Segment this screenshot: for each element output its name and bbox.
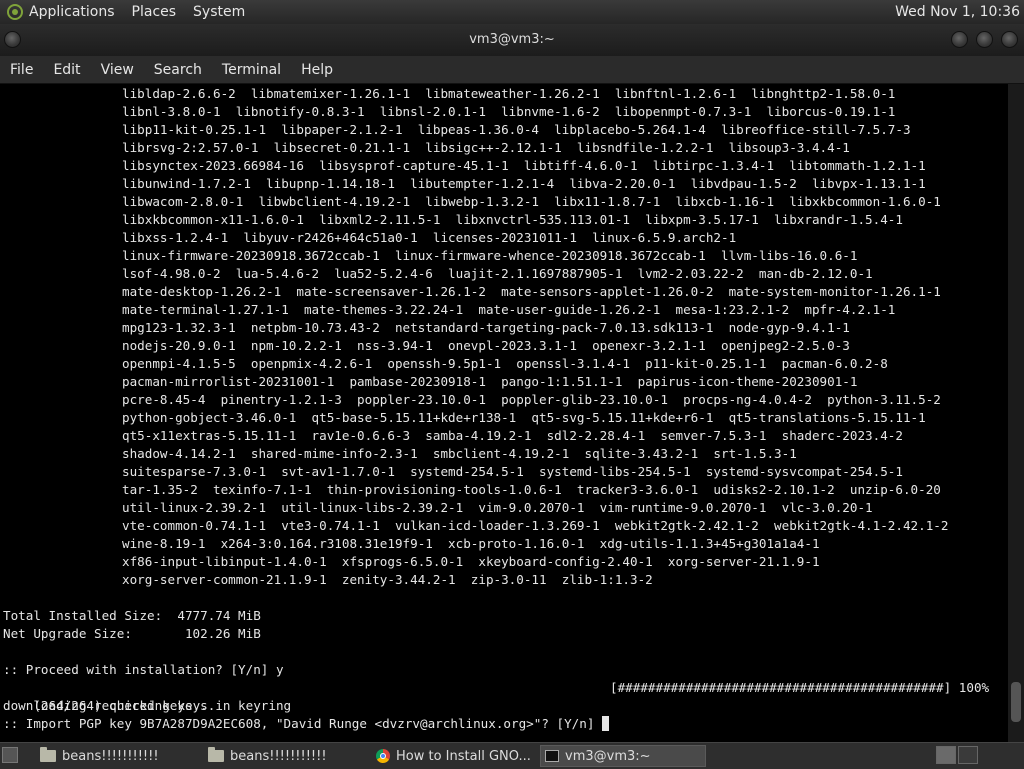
minimize-button[interactable] bbox=[951, 31, 968, 48]
taskbar-item-terminal[interactable]: vm3@vm3:~ bbox=[540, 745, 706, 767]
import-key-prompt[interactable]: :: Import PGP key 9B7A287D9A2EC608, "Dav… bbox=[0, 715, 1008, 733]
taskbar-item-label: beans!!!!!!!!!!! bbox=[230, 748, 327, 764]
package-line: shadow-4.14.2-1 shared-mime-info-2.3-1 s… bbox=[122, 446, 797, 461]
applications-menu[interactable]: Applications bbox=[29, 4, 115, 20]
terminal-menubar: File Edit View Search Terminal Help bbox=[0, 56, 1024, 84]
package-line: python-gobject-3.46.0-1 qt5-base-5.15.11… bbox=[122, 410, 926, 425]
menu-help[interactable]: Help bbox=[291, 62, 343, 78]
menu-edit[interactable]: Edit bbox=[43, 62, 90, 78]
maximize-button[interactable] bbox=[976, 31, 993, 48]
package-line: nodejs-20.9.0-1 npm-10.2.2-1 nss-3.94-1 … bbox=[122, 338, 850, 353]
menu-view[interactable]: View bbox=[91, 62, 144, 78]
checking-keys-line: (264/264) checking keys in keyring [####… bbox=[0, 679, 1008, 713]
package-line: libsynctex-2023.66984-16 libsysprof-capt… bbox=[122, 158, 926, 173]
proceed-prompt: :: Proceed with installation? [Y/n] y bbox=[3, 662, 284, 677]
package-line: vte-common-0.74.1-1 vte3-0.74.1-1 vulkan… bbox=[122, 518, 949, 533]
workspace-switcher-2[interactable] bbox=[958, 746, 978, 764]
terminal-icon bbox=[545, 750, 559, 762]
scrollbar-thumb[interactable] bbox=[1011, 682, 1021, 722]
menu-terminal[interactable]: Terminal bbox=[212, 62, 291, 78]
terminal-scrollbar[interactable] bbox=[1008, 84, 1024, 742]
package-list: libldap-2.6.6-2 libmatemixer-1.26.1-1 li… bbox=[0, 85, 1008, 589]
menu-file[interactable]: File bbox=[0, 62, 43, 78]
top-panel: Applications Places System Wed Nov 1, 10… bbox=[0, 0, 1024, 24]
package-line: pcre-8.45-4 pinentry-1.2.1-3 poppler-23.… bbox=[122, 392, 941, 407]
package-line: mate-terminal-1.27.1-1 mate-themes-3.22.… bbox=[122, 302, 896, 317]
package-line: libxkbcommon-x11-1.6.0-1 libxml2-2.11.5-… bbox=[122, 212, 903, 227]
package-line: librsvg-2:2.57.0-1 libsecret-0.21.1-1 li… bbox=[122, 140, 850, 155]
package-line: wine-8.19-1 x264-3:0.164.r3108.31e19f9-1… bbox=[122, 536, 820, 551]
window-title: vm3@vm3:~ bbox=[469, 32, 555, 47]
taskbar-item-label: vm3@vm3:~ bbox=[565, 748, 651, 764]
folder-icon bbox=[40, 747, 56, 762]
text-cursor bbox=[601, 716, 609, 731]
package-line: libnl-3.8.0-1 libnotify-0.8.3-1 libnsl-2… bbox=[122, 104, 896, 119]
package-line: pacman-mirrorlist-20231001-1 pambase-202… bbox=[122, 374, 858, 389]
places-menu[interactable]: Places bbox=[132, 4, 177, 20]
total-installed-size: Total Installed Size: 4777.74 MiB bbox=[3, 608, 261, 623]
taskbar-item-folder-1[interactable]: beans!!!!!!!!!!! bbox=[36, 745, 196, 767]
package-line: xorg-server-common-21.1.9-1 zenity-3.44.… bbox=[122, 572, 653, 587]
chrome-icon bbox=[376, 749, 390, 763]
package-line: libunwind-1.7.2-1 libupnp-1.14.18-1 libu… bbox=[122, 176, 926, 191]
import-key-text: :: Import PGP key 9B7A287D9A2EC608, "Dav… bbox=[3, 716, 602, 731]
package-line: libwacom-2.8.0-1 libwbclient-4.19.2-1 li… bbox=[122, 194, 941, 209]
package-line: lsof-4.98.0-2 lua-5.4.6-2 lua52-5.2.4-6 … bbox=[122, 266, 873, 281]
checking-keys-text: (264/264) checking keys in keyring bbox=[33, 698, 292, 713]
workspace-switcher-1[interactable] bbox=[936, 746, 956, 764]
package-line: mpg123-1.32.3-1 netpbm-10.73.43-2 netsta… bbox=[122, 320, 850, 335]
package-line: linux-firmware-20230918.3672ccab-1 linux… bbox=[122, 248, 858, 263]
package-line: libp11-kit-0.25.1-1 libpaper-2.1.2-1 lib… bbox=[122, 122, 911, 137]
window-titlebar[interactable]: vm3@vm3:~ bbox=[0, 24, 1024, 56]
taskbar-item-folder-2[interactable]: beans!!!!!!!!!!! bbox=[204, 745, 364, 767]
show-desktop-icon[interactable] bbox=[2, 747, 18, 763]
package-line: tar-1.35-2 texinfo-7.1-1 thin-provisioni… bbox=[122, 482, 941, 497]
package-line: util-linux-2.39.2-1 util-linux-libs-2.39… bbox=[122, 500, 873, 515]
taskbar-item-label: How to Install GNO... bbox=[396, 748, 531, 764]
package-line: libldap-2.6.6-2 libmatemixer-1.26.1-1 li… bbox=[122, 86, 896, 101]
package-line: suitesparse-7.3.0-1 svt-av1-1.7.0-1 syst… bbox=[122, 464, 903, 479]
distro-logo-icon[interactable] bbox=[7, 4, 23, 20]
close-button[interactable] bbox=[1001, 31, 1018, 48]
panel-clock[interactable]: Wed Nov 1, 10:36 bbox=[895, 4, 1020, 20]
progress-bar-text: [#######################################… bbox=[610, 680, 990, 695]
package-line: mate-desktop-1.26.2-1 mate-screensaver-1… bbox=[122, 284, 941, 299]
package-line: openmpi-4.1.5-5 openpmix-4.2.6-1 openssh… bbox=[122, 356, 888, 371]
terminal-output[interactable]: libldap-2.6.6-2 libmatemixer-1.26.1-1 li… bbox=[0, 84, 1008, 742]
taskbar-item-label: beans!!!!!!!!!!! bbox=[62, 748, 159, 764]
folder-icon bbox=[208, 747, 224, 762]
taskbar-item-browser[interactable]: How to Install GNO... bbox=[372, 745, 536, 767]
bottom-taskbar: beans!!!!!!!!!!! beans!!!!!!!!!!! How to… bbox=[0, 742, 1024, 769]
package-line: qt5-x11extras-5.15.11-1 rav1e-0.6.6-3 sa… bbox=[122, 428, 903, 443]
menu-search[interactable]: Search bbox=[144, 62, 212, 78]
system-menu[interactable]: System bbox=[193, 4, 245, 20]
package-line: xf86-input-libinput-1.4.0-1 xfsprogs-6.5… bbox=[122, 554, 820, 569]
net-upgrade-size: Net Upgrade Size: 102.26 MiB bbox=[3, 626, 261, 641]
package-line: libxss-1.2.4-1 libyuv-r2426+464c51a0-1 l… bbox=[122, 230, 737, 245]
